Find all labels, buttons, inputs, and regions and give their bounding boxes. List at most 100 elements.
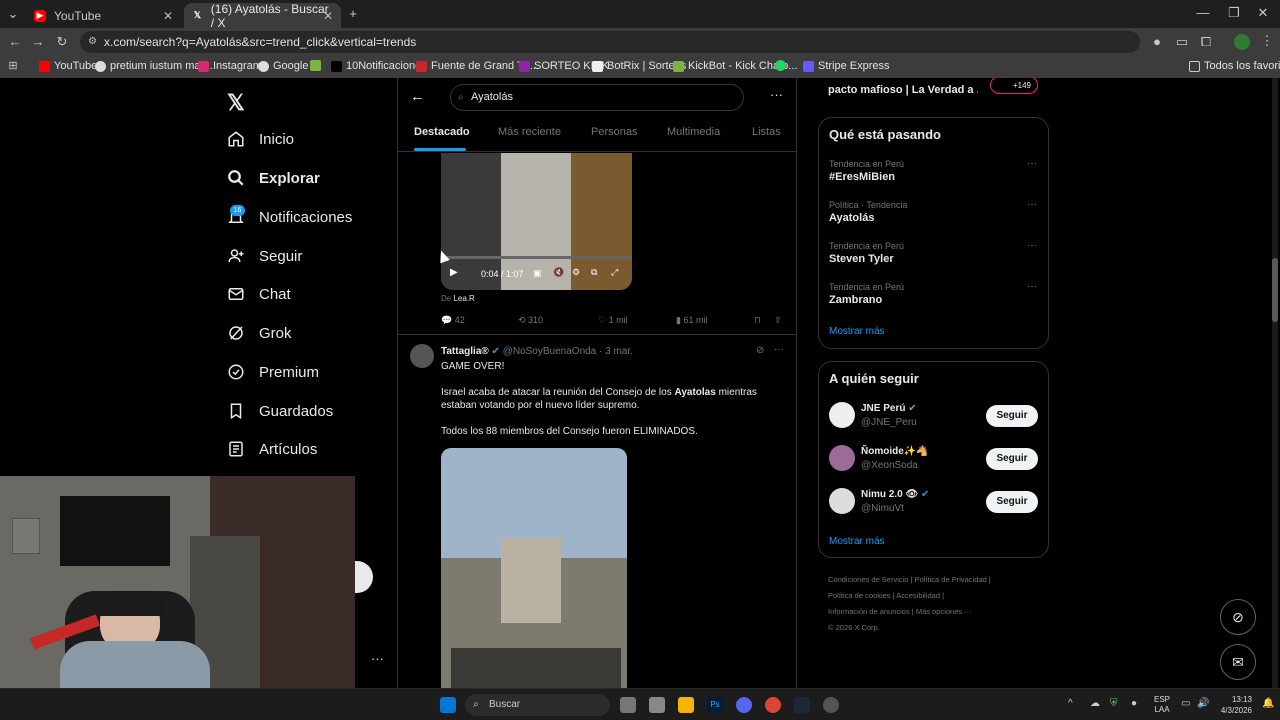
photoshop-icon[interactable]: Ps (707, 697, 723, 713)
from-name[interactable]: Lea.R (453, 294, 474, 303)
mute-icon[interactable]: 🔇 (553, 267, 564, 278)
video-player[interactable]: ▶ 0:04 / 1:07 ▣ 🔇 ⚙ ⧉ ⤢ (441, 153, 632, 290)
pip-icon[interactable]: ⧉ (591, 267, 597, 278)
like-button[interactable]: ♡ 1 mil (598, 315, 628, 326)
more-icon[interactable]: ··· (774, 344, 784, 355)
chrome-icon[interactable] (765, 697, 781, 713)
language-indicator[interactable]: ESP LAA (1154, 695, 1170, 715)
all-bookmarks[interactable]: Todos los favoritos (1189, 60, 1280, 72)
footer-link[interactable]: Información de anuncios (828, 607, 910, 616)
menu-icon[interactable]: ⋮ (1260, 33, 1274, 49)
nav-bookmarks[interactable]: Guardados (227, 402, 333, 420)
x-logo-icon[interactable]: 𝕏 (227, 90, 245, 116)
close-icon[interactable]: ✕ (163, 9, 173, 23)
trend-item[interactable]: Tendencia en Perú Steven Tyler (829, 241, 904, 265)
share-icon[interactable]: ⇪ (774, 315, 782, 326)
messages-float-button[interactable]: ✉ (1220, 644, 1256, 680)
tab-search-icon[interactable]: ⌄ (6, 6, 20, 22)
file-explorer-icon[interactable] (678, 697, 694, 713)
tab-featured[interactable]: Destacado (414, 126, 470, 138)
follow-user[interactable]: JNE Perú ✔ @JNE_Peru (861, 403, 917, 428)
nav-articles[interactable]: Artículos (227, 440, 317, 458)
bookmark-item[interactable]: Instagram (198, 60, 262, 72)
follow-button[interactable]: Seguir (986, 491, 1038, 513)
media-icon[interactable]: ▭ (1175, 34, 1189, 50)
close-icon[interactable]: ✕ (323, 9, 333, 23)
nav-home[interactable]: Inicio (227, 130, 294, 148)
nav-notifications[interactable]: Notificaciones (227, 208, 352, 226)
puzzle-icon[interactable]: ⧠ (1199, 34, 1213, 50)
trend-item[interactable]: Tendencia en Perú Zambrano (829, 282, 904, 306)
bookmark-item[interactable]: YouTube (39, 60, 97, 72)
steam-icon[interactable] (794, 697, 810, 713)
network-icon[interactable]: ▭ (1181, 698, 1190, 709)
tab-people[interactable]: Personas (591, 126, 637, 138)
more-icon[interactable]: ··· (1027, 199, 1037, 210)
footer-link[interactable]: Política de Privacidad (915, 575, 987, 584)
retweet-button[interactable]: ⟲ 310 (518, 315, 543, 326)
extension-icon[interactable]: ● (1150, 34, 1164, 49)
fullscreen-icon[interactable]: ⤢ (611, 267, 618, 278)
trend-item[interactable]: Política · Tendencia Ayatolás (829, 200, 907, 224)
tweet-image[interactable] (441, 448, 627, 688)
footer-link[interactable]: Accesibilidad (896, 591, 940, 600)
cloud-icon[interactable]: ☁ (1090, 698, 1100, 709)
restore-icon[interactable]: ❐ (1227, 5, 1241, 21)
footer-link[interactable]: Condiciones de Servicio (828, 575, 908, 584)
settings-icon[interactable]: ⚙ (572, 267, 580, 278)
more-icon[interactable]: ··· (1027, 240, 1037, 251)
nav-chat[interactable]: Chat (227, 285, 291, 303)
avatar[interactable] (829, 488, 855, 514)
tab-youtube[interactable]: ▶ YouTube ✕ (26, 3, 181, 28)
trend-item[interactable]: Tendencia en Perú #EresMiBien (829, 159, 904, 183)
notifications-icon[interactable]: 🔔 (1262, 698, 1274, 709)
more-icon[interactable]: ··· (371, 651, 384, 666)
follow-button[interactable]: Seguir (986, 405, 1038, 427)
tab-media[interactable]: Multimedia (667, 126, 720, 138)
tab-lists[interactable]: Listas (752, 126, 781, 138)
avatar[interactable] (410, 344, 434, 368)
follow-user[interactable]: Ñomoide✨🐴 @XeonSoda (861, 446, 929, 471)
reload-icon[interactable]: ↻ (55, 34, 69, 50)
more-icon[interactable]: ··· (1027, 281, 1037, 292)
address-bar[interactable]: ⚙ x.com/search?q=Ayatolás&src=trend_clic… (80, 31, 1140, 53)
more-icon[interactable]: ··· (1027, 158, 1037, 169)
reply-button[interactable]: 💬 42 (441, 315, 465, 326)
windows-start-icon[interactable] (440, 697, 456, 713)
scrollbar-thumb[interactable] (1272, 258, 1278, 322)
back-icon[interactable]: ← (8, 34, 22, 49)
play-icon[interactable]: ▶ (450, 267, 458, 278)
shield-icon[interactable]: ⛨ (1110, 698, 1118, 709)
app-icon[interactable] (823, 697, 839, 713)
task-view-icon[interactable] (620, 697, 636, 713)
nav-explore[interactable]: Explorar (227, 169, 320, 187)
nav-premium[interactable]: Premium (227, 363, 319, 381)
show-more-link[interactable]: Mostrar más (829, 326, 885, 337)
tweet-date[interactable]: · 3 mar. (599, 346, 633, 357)
back-icon[interactable]: ← (410, 88, 425, 105)
avatar[interactable] (829, 402, 855, 428)
minimize-icon[interactable]: — (1196, 5, 1210, 20)
footer-link[interactable]: Política de cookies (828, 591, 891, 600)
show-more-link[interactable]: Mostrar más (829, 536, 885, 547)
author-handle[interactable]: @NoSoyBuenaOnda (503, 346, 597, 357)
apps-icon[interactable]: ⊞ (7, 59, 19, 72)
captions-icon[interactable]: ▣ (533, 268, 542, 279)
bookmark-item[interactable]: Google (258, 60, 308, 72)
scrollbar-track[interactable] (1272, 78, 1278, 688)
new-tab-icon[interactable]: + (346, 6, 360, 21)
scroll-button[interactable] (355, 561, 373, 593)
bookmark-favicon[interactable] (310, 60, 321, 71)
app-tray-icon[interactable]: ● (1131, 698, 1137, 709)
window-close-icon[interactable]: ✕ (1256, 5, 1270, 21)
views-button[interactable]: ▮ 61 mil (676, 315, 707, 326)
site-info-icon[interactable]: ⚙ (88, 31, 97, 53)
nav-grok[interactable]: Grok (227, 324, 292, 342)
follow-user[interactable]: Nimu 2.0 👁 ✔ @NimuVt (861, 489, 929, 514)
bookmark-item[interactable]: 10Notificaciones (331, 60, 427, 72)
clock[interactable]: 13:13 4/3/2026 (1216, 694, 1252, 716)
follow-button[interactable]: Seguir (986, 448, 1038, 470)
tab-x-search[interactable]: 𝕏 (16) Ayatolás - Buscar / X ✕ (184, 2, 341, 30)
grok-icon[interactable]: ⊘ (756, 345, 764, 356)
app-icon[interactable] (649, 697, 665, 713)
